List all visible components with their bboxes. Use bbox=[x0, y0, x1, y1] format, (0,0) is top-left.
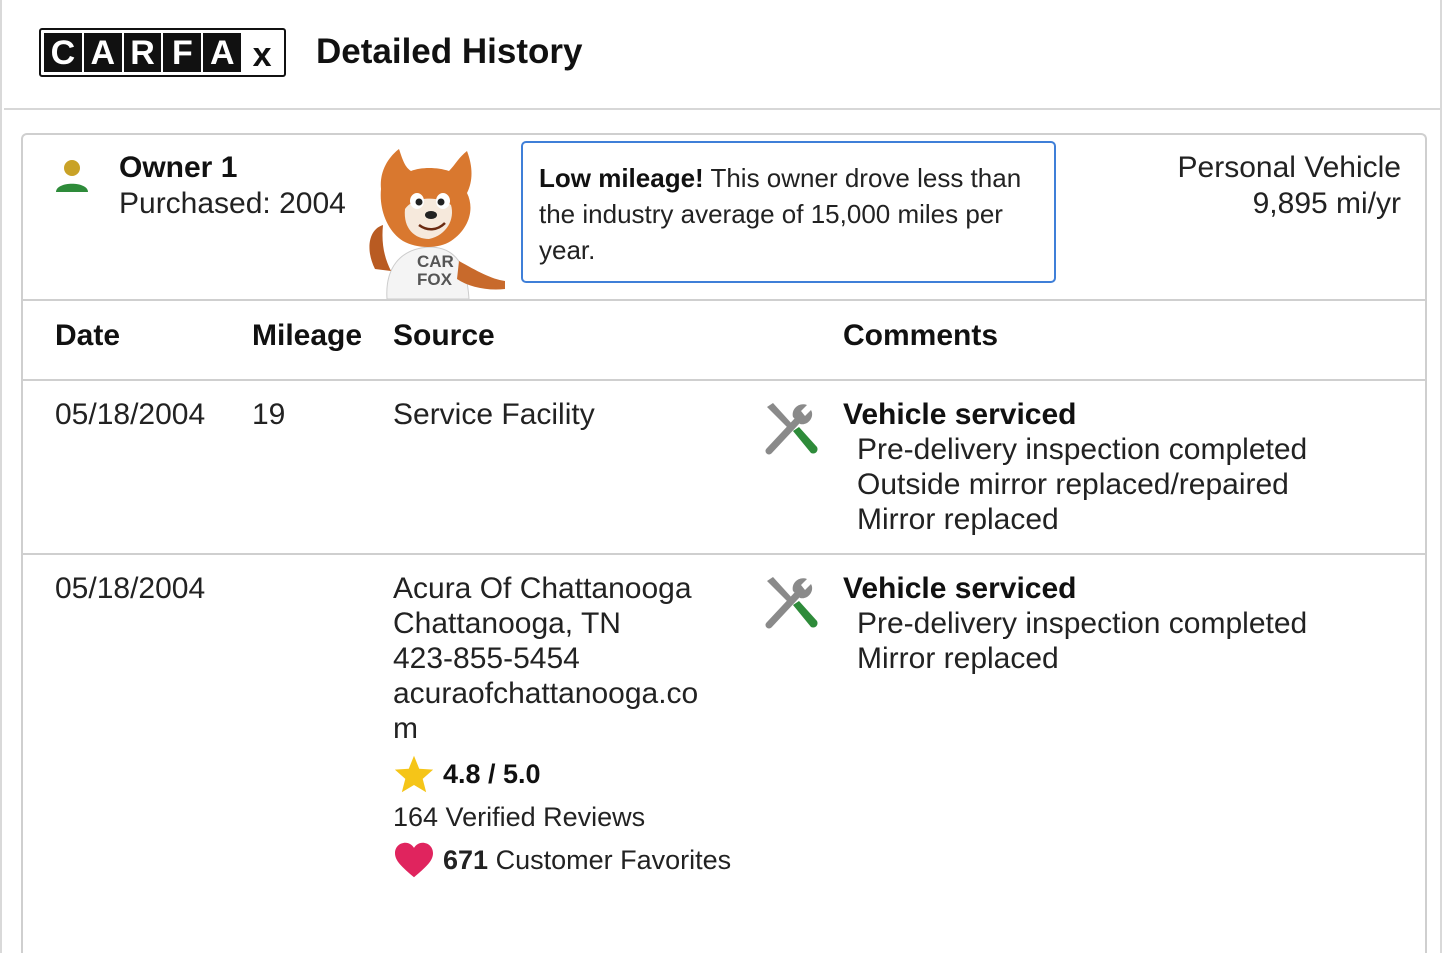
row-date: 05/18/2004 bbox=[55, 398, 206, 431]
logo-letter: A bbox=[83, 33, 122, 72]
page-title: Detailed History bbox=[316, 32, 583, 71]
dealer-website-link[interactable]: acuraofchattanooga.co bbox=[393, 676, 753, 711]
dealer-website-link-continued[interactable]: m bbox=[393, 711, 753, 746]
comment-title: Vehicle serviced bbox=[843, 572, 1077, 605]
customer-favorites[interactable]: 671 Customer Favorites bbox=[393, 841, 753, 879]
column-header-source: Source bbox=[393, 319, 495, 352]
row-comments: Vehicle serviced Pre-delivery inspection… bbox=[843, 397, 1307, 537]
column-header-date: Date bbox=[55, 319, 121, 352]
comment-line: Pre-delivery inspection completed bbox=[857, 433, 1308, 466]
report-header: C A R F A x Detailed History bbox=[4, 0, 1440, 110]
verified-reviews-link[interactable]: 164 Verified Reviews bbox=[393, 800, 753, 835]
mascot-shirt-text: CAR bbox=[417, 252, 454, 271]
comment-line: Pre-delivery inspection completed bbox=[857, 607, 1308, 640]
person-icon bbox=[56, 160, 88, 192]
logo-letter: C bbox=[44, 33, 82, 72]
owner-card: Owner 1 Purchased: 2004 CAR FOX Low mile… bbox=[21, 133, 1427, 953]
carfox-mascot-icon: CAR FOX bbox=[369, 149, 505, 300]
comment-line: Outside mirror replaced/repaired bbox=[857, 468, 1289, 501]
table-header: Date Mileage Source Comments bbox=[23, 299, 1425, 381]
callout-highlight: Low mileage! bbox=[539, 163, 704, 193]
table-row: 05/18/2004 19 Service Facility Vehicle s… bbox=[23, 381, 1425, 555]
owner-purchased: Purchased: 2004 bbox=[119, 187, 346, 220]
mascot-shirt-text: FOX bbox=[417, 270, 453, 289]
dealer-phone-link[interactable]: 423-855-5454 bbox=[393, 641, 753, 676]
star-icon bbox=[394, 755, 434, 793]
rating-value: 4.8 / 5.0 bbox=[443, 758, 541, 789]
table-row: 05/18/2004 Acura Of Chattanooga Chattano… bbox=[23, 555, 1425, 955]
owner-info: Owner 1 Purchased: 2004 CAR FOX Low mile… bbox=[23, 135, 1425, 301]
source-line: Service Facility bbox=[393, 398, 595, 431]
row-source: Acura Of Chattanooga Chattanooga, TN 423… bbox=[393, 571, 753, 879]
page: C A R F A x Detailed History Owner 1 Pur… bbox=[0, 0, 1442, 953]
comment-line: Mirror replaced bbox=[857, 503, 1059, 536]
favorites-count: 671 bbox=[443, 844, 489, 875]
logo-letter: R bbox=[123, 33, 162, 72]
history-table: Date Mileage Source Comments 05/18/2004 … bbox=[23, 299, 1425, 955]
low-mileage-callout: Low mileage! This owner drove less than … bbox=[521, 141, 1056, 283]
row-source: Service Facility bbox=[393, 397, 595, 432]
dealer-name-link[interactable]: Acura Of Chattanooga bbox=[393, 571, 753, 606]
vehicle-type: Personal Vehicle bbox=[1177, 151, 1401, 184]
owner-name: Owner 1 bbox=[119, 151, 238, 184]
row-mileage: 19 bbox=[252, 398, 286, 431]
favorites-label: Customer Favorites bbox=[488, 844, 732, 875]
logo-letter: x bbox=[243, 33, 281, 72]
column-header-mileage: Mileage bbox=[252, 319, 363, 352]
row-comments: Vehicle serviced Pre-delivery inspection… bbox=[843, 571, 1307, 676]
comment-line: Mirror replaced bbox=[857, 642, 1059, 675]
dealer-rating[interactable]: 4.8 / 5.0 bbox=[393, 754, 753, 794]
dealer-location: Chattanooga, TN bbox=[393, 607, 621, 640]
row-date: 05/18/2004 bbox=[55, 572, 206, 605]
comment-title: Vehicle serviced bbox=[843, 398, 1077, 431]
column-header-comments: Comments bbox=[843, 319, 999, 352]
vehicle-miles-per-year: 9,895 mi/yr bbox=[1252, 187, 1401, 220]
heart-icon bbox=[395, 842, 433, 878]
tools-icon bbox=[765, 403, 818, 455]
logo-letter: F bbox=[163, 33, 202, 72]
logo-letter: A bbox=[203, 33, 242, 72]
carfax-logo: C A R F A x bbox=[39, 28, 286, 77]
tools-icon bbox=[765, 577, 818, 629]
